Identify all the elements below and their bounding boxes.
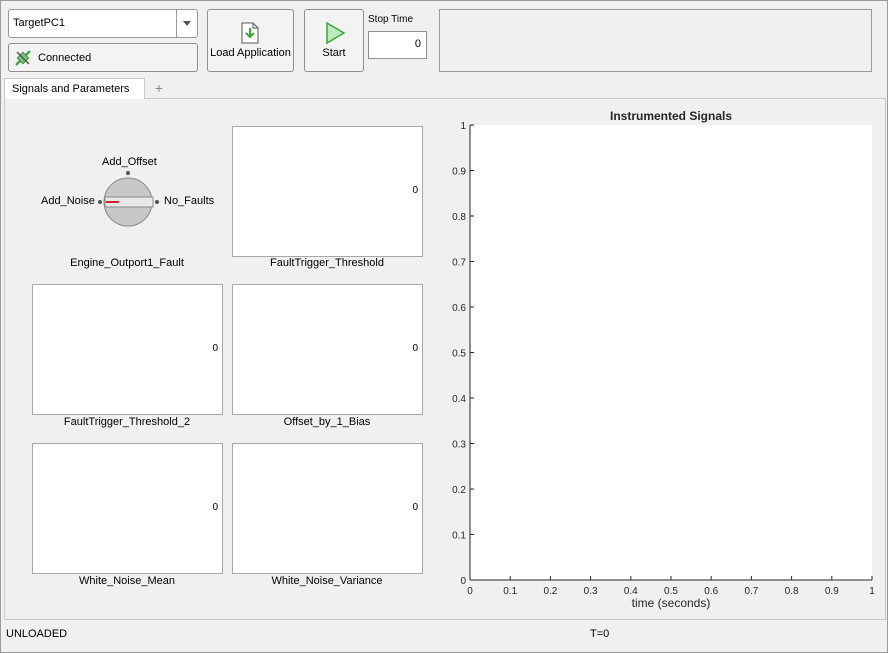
load-file-icon xyxy=(241,22,259,44)
chart-title: Instrumented Signals xyxy=(610,109,732,123)
y-tick-label: 0.5 xyxy=(452,349,466,360)
knob-label: Engine_Outport1_Fault xyxy=(70,257,184,269)
stop-time-label: Stop Time xyxy=(368,14,414,25)
tab-label: Signals and Parameters xyxy=(12,83,130,95)
x-tick-label: 0.1 xyxy=(503,586,517,597)
load-application-button[interactable]: Load Application xyxy=(207,9,294,72)
y-tick-label: 0 xyxy=(460,576,466,587)
card-value: 0 xyxy=(412,502,418,513)
x-tick-label: 1 xyxy=(869,586,875,597)
connect-status-label: Connected xyxy=(38,52,92,64)
time-status: T=0 xyxy=(590,628,610,640)
play-icon xyxy=(326,22,346,44)
card-label: FaultTrigger_Threshold xyxy=(270,257,384,269)
y-tick-label: 0.9 xyxy=(452,167,466,178)
dropdown-toggle[interactable] xyxy=(176,10,197,37)
message-area xyxy=(439,9,872,72)
connect-button[interactable]: Connected xyxy=(8,43,198,72)
knob-option-left: Add_Noise xyxy=(41,195,95,207)
x-tick-label: 0.9 xyxy=(825,586,839,597)
y-tick-label: 0.6 xyxy=(452,303,466,314)
target-dropdown[interactable]: TargetPC1 xyxy=(8,9,198,38)
start-label: Start xyxy=(322,47,346,59)
rotary-switch-knob[interactable] xyxy=(95,168,165,230)
card-label: White_Noise_Variance xyxy=(271,575,383,587)
parameter-card-white-noise-variance[interactable]: 0 xyxy=(232,443,423,574)
y-tick-label: 0.1 xyxy=(452,531,466,542)
add-tab-button[interactable]: + xyxy=(152,80,166,96)
knob-option-top: Add_Offset xyxy=(102,156,157,168)
target-dropdown-value: TargetPC1 xyxy=(13,17,65,29)
x-axis-label: time (seconds) xyxy=(632,596,711,610)
start-button[interactable]: Start xyxy=(304,9,364,72)
card-value: 0 xyxy=(412,343,418,354)
card-label: FaultTrigger_Threshold_2 xyxy=(63,416,191,428)
plot-area xyxy=(470,125,872,580)
parameter-card-faulttrigger-threshold-2[interactable]: 0 xyxy=(32,284,223,415)
y-tick-label: 0.2 xyxy=(452,485,466,496)
y-tick-label: 0.7 xyxy=(452,258,466,269)
parameter-card-white-noise-mean[interactable]: 0 xyxy=(32,443,223,574)
tab-signals-and-parameters[interactable]: Signals and Parameters xyxy=(4,78,145,99)
card-value: 0 xyxy=(212,502,218,513)
x-tick-label: 0.8 xyxy=(785,586,799,597)
knob-option-right: No_Faults xyxy=(164,195,215,207)
y-tick-label: 0.8 xyxy=(452,212,466,223)
y-tick-label: 0.4 xyxy=(452,394,466,405)
connected-plug-icon xyxy=(15,50,31,66)
y-tick-label: 1 xyxy=(460,121,466,132)
x-tick-label: 0.7 xyxy=(744,586,758,597)
load-application-label: Load Application xyxy=(210,47,291,59)
card-label: White_Noise_Mean xyxy=(79,575,175,587)
stop-time-input[interactable]: 0 xyxy=(368,31,427,59)
x-tick-label: 0.2 xyxy=(543,586,557,597)
instrumented-signals-axes[interactable]: Instrumented Signals 0 0.1 0.2 0.3 0.4 0.5 0.6… xyxy=(440,104,884,616)
app-state-status: UNLOADED xyxy=(6,628,68,640)
x-tick-label: 0 xyxy=(467,586,473,597)
card-label: Offset_by_1_Bias xyxy=(283,416,371,428)
parameter-card-faulttrigger-threshold[interactable]: 0 xyxy=(232,126,423,257)
card-value: 0 xyxy=(212,343,218,354)
y-tick-label: 0.3 xyxy=(452,440,466,451)
card-value: 0 xyxy=(412,185,418,196)
chevron-down-icon xyxy=(183,21,191,26)
x-tick-label: 0.3 xyxy=(584,586,598,597)
parameter-card-offset-by-1-bias[interactable]: 0 xyxy=(232,284,423,415)
